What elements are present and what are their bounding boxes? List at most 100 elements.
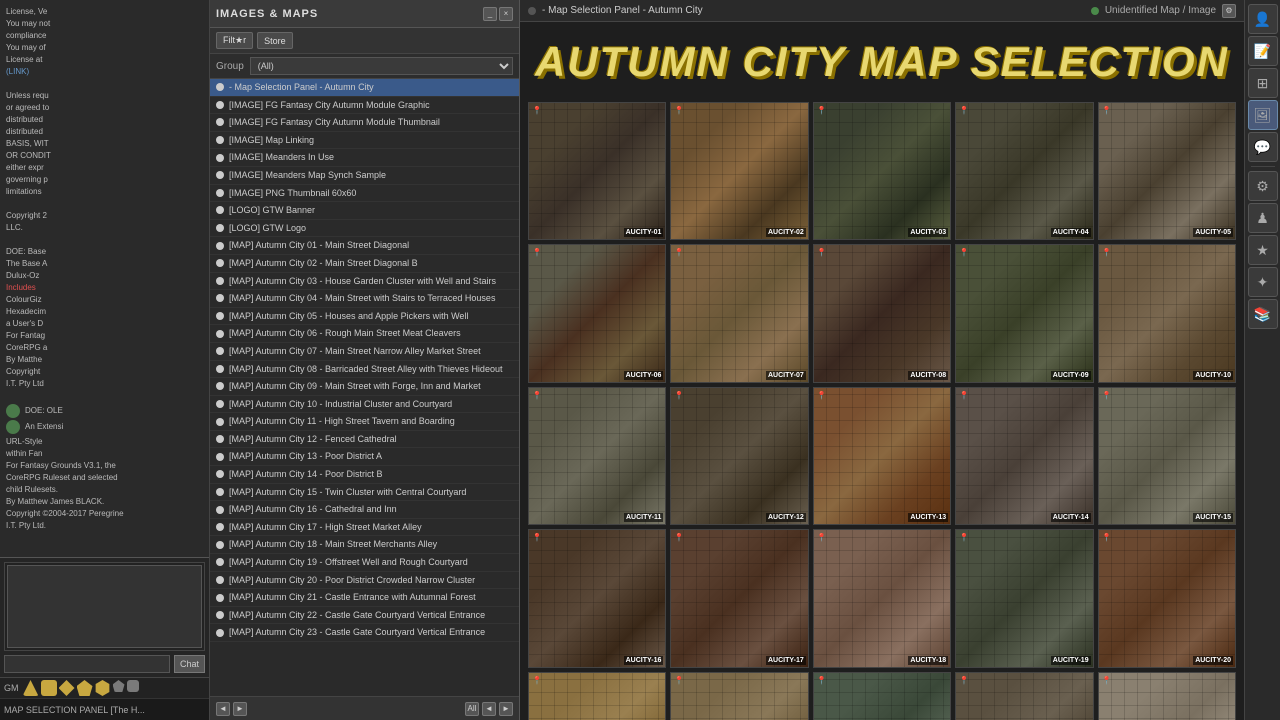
map-list-item[interactable]: - Map Selection Panel - Autumn City	[210, 79, 519, 97]
map-thumbnail[interactable]: 📍AUCITY-23	[813, 672, 951, 720]
map-pin-icon: 📍	[817, 106, 823, 114]
map-list-item[interactable]: [IMAGE] Meanders In Use	[210, 149, 519, 167]
map-list-item[interactable]: [MAP] Autumn City 23 - Castle Gate Court…	[210, 624, 519, 642]
map-list-dot	[216, 277, 224, 285]
map-thumbnail[interactable]: 📍AUCITY-16	[528, 529, 666, 667]
map-thumbnail[interactable]: 📍AUCITY-15	[1098, 387, 1236, 525]
chat-button[interactable]: Chat	[174, 655, 205, 673]
map-list-item[interactable]: [LOGO] GTW Logo	[210, 220, 519, 238]
map-grid-container[interactable]: 📍AUCITY-01📍AUCITY-02📍AUCITY-03📍AUCITY-04…	[520, 98, 1244, 720]
map-thumbnail[interactable]: 📍AUCITY-04	[955, 102, 1093, 240]
map-thumbnail[interactable]: 📍AUCITY-07	[670, 244, 808, 382]
classes-icon[interactable]: ⚙	[1248, 171, 1278, 201]
chat-icon[interactable]: 💬	[1248, 132, 1278, 162]
map-thumbnail[interactable]: 📍AUCITY-20	[1098, 529, 1236, 667]
map-list-dot	[216, 418, 224, 426]
list-scroll-right[interactable]: ►	[233, 702, 247, 716]
map-list-item[interactable]: [MAP] Autumn City 06 - Rough Main Street…	[210, 325, 519, 343]
list-scroll-left[interactable]: ◄	[216, 702, 230, 716]
list-all-btn[interactable]: All	[465, 702, 479, 716]
map-thumbnail[interactable]: 📍AUCITY-11	[528, 387, 666, 525]
list-next-btn[interactable]: ►	[499, 702, 513, 716]
map-thumbnail[interactable]: 📍AUCITY-10	[1098, 244, 1236, 382]
map-id-label: AUCITY-20	[1193, 656, 1233, 665]
panel-close-btn[interactable]: ×	[499, 7, 513, 21]
map-list-item[interactable]: [MAP] Autumn City 20 - Poor District Cro…	[210, 572, 519, 590]
map-list-item[interactable]: [MAP] Autumn City 17 - High Street Marke…	[210, 519, 519, 537]
map-list-item[interactable]: [MAP] Autumn City 15 - Twin Cluster with…	[210, 484, 519, 502]
skills-icon[interactable]: ★	[1248, 235, 1278, 265]
group-select[interactable]: (All)	[250, 57, 513, 75]
dice-d12[interactable]	[95, 680, 111, 696]
panel-minimize-btn[interactable]: _	[483, 7, 497, 21]
dice-d10[interactable]	[77, 680, 93, 696]
map-list-item[interactable]: [MAP] Autumn City 03 - House Garden Clus…	[210, 273, 519, 291]
map-list-item[interactable]: [MAP] Autumn City 14 - Poor District B	[210, 466, 519, 484]
dice-d20[interactable]	[113, 680, 125, 692]
map-list[interactable]: - Map Selection Panel - Autumn City[IMAG…	[210, 79, 519, 696]
map-list-item[interactable]: [MAP] Autumn City 10 - Industrial Cluste…	[210, 396, 519, 414]
map-settings-btn[interactable]: ⚙	[1222, 4, 1236, 18]
map-thumbnail[interactable]: 📍AUCITY-14	[955, 387, 1093, 525]
map-thumbnail[interactable]: 📍AUCITY-09	[955, 244, 1093, 382]
list-prev-btn[interactable]: ◄	[482, 702, 496, 716]
map-thumbnail[interactable]: 📍AUCITY-24	[955, 672, 1093, 720]
map-thumbnail[interactable]: 📍AUCITY-13	[813, 387, 951, 525]
tables-icon[interactable]: ⊞	[1248, 68, 1278, 98]
map-thumbnail[interactable]: 📍AUCITY-05	[1098, 102, 1236, 240]
map-list-item[interactable]: [LOGO] GTW Banner	[210, 202, 519, 220]
map-list-item-text: [MAP] Autumn City 18 - Main Street Merch…	[229, 538, 437, 551]
map-list-item[interactable]: [MAP] Autumn City 09 - Main Street with …	[210, 378, 519, 396]
map-thumbnail[interactable]: 📍AUCITY-01	[528, 102, 666, 240]
map-list-item[interactable]: [MAP] Autumn City 05 - Houses and Apple …	[210, 308, 519, 326]
map-list-item[interactable]: [MAP] Autumn City 16 - Cathedral and Inn	[210, 501, 519, 519]
map-list-dot	[216, 629, 224, 637]
chat-text-input[interactable]	[4, 655, 170, 673]
spells-icon[interactable]: ✦	[1248, 267, 1278, 297]
map-thumbnail[interactable]: 📍AUCITY-21	[528, 672, 666, 720]
map-list-item[interactable]: [MAP] Autumn City 19 - Offstreet Well an…	[210, 554, 519, 572]
portrait-icon[interactable]: 👤	[1248, 4, 1278, 34]
store-button[interactable]: Store	[257, 32, 293, 49]
map-list-dot	[216, 435, 224, 443]
map-list-item[interactable]: [IMAGE] Map Linking	[210, 132, 519, 150]
map-thumbnail[interactable]: 📍AUCITY-12	[670, 387, 808, 525]
map-thumb-visual	[671, 673, 807, 720]
map-list-item[interactable]: [MAP] Autumn City 21 - Castle Entrance w…	[210, 589, 519, 607]
races-icon[interactable]: ♟	[1248, 203, 1278, 233]
notes-icon[interactable]: 📝	[1248, 36, 1278, 66]
map-list-item[interactable]: [MAP] Autumn City 12 - Fenced Cathedral	[210, 431, 519, 449]
dice-d100[interactable]	[127, 680, 139, 692]
map-list-item[interactable]: [MAP] Autumn City 22 - Castle Gate Court…	[210, 607, 519, 625]
map-list-item[interactable]: [IMAGE] PNG Thumbnail 60x60	[210, 185, 519, 203]
map-list-item-text: [LOGO] GTW Banner	[229, 204, 315, 217]
map-list-item[interactable]: [MAP] Autumn City 04 - Main Street with …	[210, 290, 519, 308]
map-thumbnail[interactable]: 📍AUCITY-25	[1098, 672, 1236, 720]
map-list-item[interactable]: [MAP] Autumn City 11 - High Street Taver…	[210, 413, 519, 431]
map-list-item[interactable]: [MAP] Autumn City 02 - Main Street Diago…	[210, 255, 519, 273]
map-thumbnail[interactable]: 📍AUCITY-03	[813, 102, 951, 240]
map-list-item[interactable]: [MAP] Autumn City 13 - Poor District A	[210, 448, 519, 466]
map-list-item[interactable]: [IMAGE] FG Fantasy City Autumn Module Th…	[210, 114, 519, 132]
dice-d8[interactable]	[59, 680, 75, 696]
map-list-item[interactable]: [MAP] Autumn City 18 - Main Street Merch…	[210, 536, 519, 554]
library-icon[interactable]: 📚	[1248, 299, 1278, 329]
map-list-item[interactable]: [MAP] Autumn City 07 - Main Street Narro…	[210, 343, 519, 361]
dice-d6[interactable]	[41, 680, 57, 696]
map-thumbnail[interactable]: 📍AUCITY-19	[955, 529, 1093, 667]
map-list-item[interactable]: [IMAGE] FG Fantasy City Autumn Module Gr…	[210, 97, 519, 115]
images-icon[interactable]: 🖼	[1248, 100, 1278, 130]
map-list-item[interactable]: [MAP] Autumn City 08 - Barricaded Street…	[210, 361, 519, 379]
chat-scroll-input[interactable]	[7, 565, 202, 648]
map-thumbnail[interactable]: 📍AUCITY-18	[813, 529, 951, 667]
dice-d4[interactable]	[23, 680, 39, 696]
map-thumbnail[interactable]: 📍AUCITY-06	[528, 244, 666, 382]
map-thumbnail[interactable]: 📍AUCITY-08	[813, 244, 951, 382]
group-row: Group (All)	[210, 54, 519, 79]
map-thumbnail[interactable]: 📍AUCITY-17	[670, 529, 808, 667]
filter-button[interactable]: Filt★r	[216, 32, 253, 49]
map-list-item[interactable]: [MAP] Autumn City 01 - Main Street Diago…	[210, 237, 519, 255]
map-list-item[interactable]: [IMAGE] Meanders Map Synch Sample	[210, 167, 519, 185]
map-thumbnail[interactable]: 📍AUCITY-02	[670, 102, 808, 240]
map-thumbnail[interactable]: 📍AUCITY-22	[670, 672, 808, 720]
